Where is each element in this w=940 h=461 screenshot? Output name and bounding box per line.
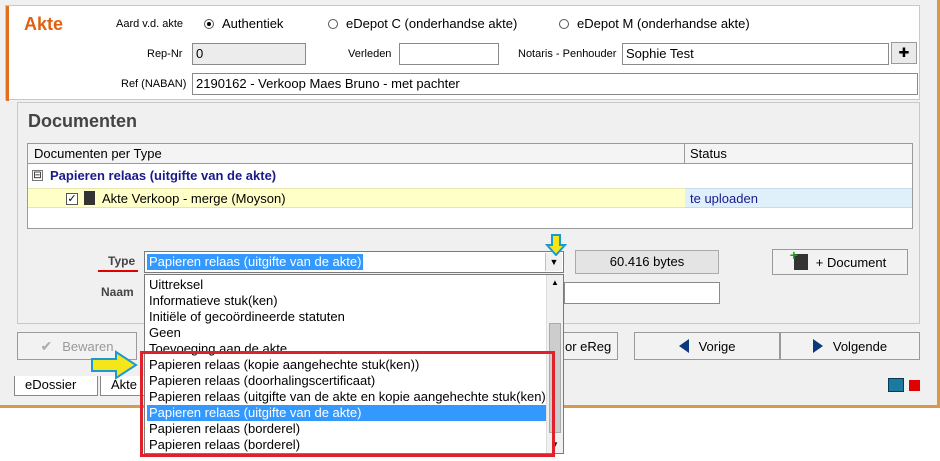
highlight-annotation [140,351,555,457]
status-icons [888,378,920,392]
radio-edepot-c[interactable]: eDepot C (onderhandse akte) [328,16,517,31]
arrow-left-icon [678,339,689,353]
group-label: Papieren relaas (uitgifte van de akte) [50,168,277,183]
aard-label: Aard v.d. akte [116,18,184,30]
notaris-label: Notaris - Penhouder [518,48,617,60]
new-document-icon [790,247,808,270]
hint-arrow-down-icon [545,234,567,256]
dropdown-option[interactable]: Geen [147,325,547,341]
select-person-button[interactable]: ✚ [891,42,917,64]
collapse-icon[interactable]: ⊟ [32,170,43,181]
radio-icon [559,18,569,29]
document-icon [84,191,95,205]
file-size: 60.416 bytes [575,250,719,274]
rep-nr-label: Rep-Nr [147,48,183,60]
rep-nr-field: 0 [192,43,306,65]
radio-icon [328,18,338,29]
grid-header: Documenten per Type Status [28,144,912,164]
checkmark-icon: ✔ [40,337,53,354]
page-title: Akte [24,14,64,34]
scroll-up-icon[interactable]: ▲ [547,275,563,291]
hint-arrow-right-icon [91,350,138,380]
volgende-button[interactable]: Volgende [780,332,920,360]
document-row-status-cell: te uploaden [685,188,912,208]
document-row[interactable]: ✓ Akte Verkoop - merge (Moyson) te uploa… [28,188,912,208]
accent-bar [6,6,9,101]
naam-field[interactable] [564,282,720,304]
document-status: te uploaden [690,191,758,206]
stop-icon[interactable] [909,380,920,391]
document-name: Akte Verkoop - merge (Moyson) [102,191,286,206]
add-document-button[interactable]: + Document [772,247,908,275]
type-label: Type [108,254,136,268]
notaris-field[interactable]: Sophie Test [622,43,889,65]
dropdown-option[interactable]: Initiële of gecoördineerde statuten [147,309,547,325]
ref-field[interactable]: 2190162 - Verkoop Maes Bruno - met pacht… [192,73,918,95]
dropdown-option[interactable]: Informatieve stuk(ken) [147,293,547,309]
arrow-right-icon [812,339,823,353]
documents-grid: Documenten per Type Status ⊟ Papieren re… [27,143,913,229]
akte-header-panel: Akte Aard v.d. akte Authentiek eDepot C … [5,5,920,101]
radio-selected-icon [204,18,214,29]
type-select[interactable]: Papieren relaas (uitgifte van de akte) ▼ [144,251,564,273]
radio-edepot-m[interactable]: eDepot M (onderhandse akte) [559,16,750,31]
group-row[interactable]: ⊟ Papieren relaas (uitgifte van de akte) [28,166,912,186]
column-separator [684,144,685,164]
document-row-name-cell: ✓ Akte Verkoop - merge (Moyson) [28,188,685,208]
column-header-type[interactable]: Documenten per Type [34,146,162,161]
document-checkbox[interactable]: ✓ [66,193,78,205]
documents-title: Documenten [28,111,138,131]
type-select-value: Papieren relaas (uitgifte van de akte) [147,254,364,270]
type-label-underline [98,270,138,272]
tab-edossier[interactable]: eDossier [14,376,98,396]
ref-label: Ref (NABAN) [121,78,187,90]
radio-authentiek[interactable]: Authentiek [204,16,283,31]
verleden-label: Verleden [348,48,392,60]
person-add-icon: ✚ [898,45,910,60]
column-header-status[interactable]: Status [690,146,727,161]
list-view-icon[interactable] [888,378,904,392]
naam-label: Naam [101,285,134,299]
vorige-button[interactable]: Vorige [634,332,780,360]
verleden-field[interactable] [399,43,499,65]
dropdown-option[interactable]: Uittreksel [147,277,547,293]
